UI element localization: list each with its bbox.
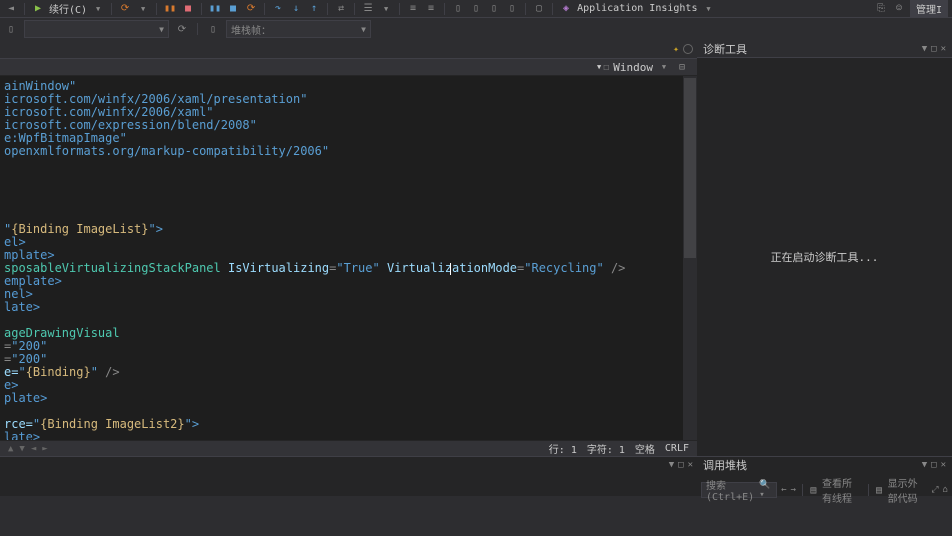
home-icon[interactable]: ⌂ — [943, 485, 948, 495]
status-space[interactable]: 空格 — [635, 441, 655, 456]
play-icon[interactable]: ▶ — [31, 2, 45, 16]
bookmark-icon[interactable]: ▯ — [451, 2, 465, 16]
process-icon[interactable]: ▯ — [4, 22, 18, 36]
code-editor[interactable]: ainWindow" icrosoft.com/winfx/2006/xaml/… — [0, 76, 697, 440]
diagnostics-title: 诊断工具 — [703, 41, 747, 57]
app-insights-label[interactable]: Application Insights — [577, 3, 697, 14]
restart-icon[interactable]: ⟳ — [118, 2, 132, 16]
step-over-icon[interactable]: ↷ — [271, 2, 285, 16]
status-col: 字符: 1 — [587, 441, 625, 456]
nav-back-icon[interactable]: ◄ — [4, 2, 18, 16]
nav-down-icon[interactable]: ▼ — [19, 444, 24, 454]
threads-icon: ▤ — [809, 483, 818, 497]
callstack-panel: 调用堆栈 ▼ □ ✕ 搜索(Ctrl+E) 🔍▾ ← → ▤ 查看所有线程 ▤ — [697, 456, 952, 496]
window-icon: ☐ — [603, 62, 609, 73]
status-line: 行: 1 — [549, 441, 577, 456]
star-icon[interactable]: ✦ — [673, 44, 679, 55]
callstack-title: 调用堆栈 — [703, 457, 747, 473]
next-icon[interactable]: → — [791, 485, 796, 495]
status-crlf[interactable]: CRLF — [665, 443, 689, 454]
debug-toolbar: ▯ ▼ ⟳ ▯ 堆栈帧：▼ — [0, 18, 952, 40]
nav-left-icon[interactable]: ◄ — [31, 444, 36, 454]
close-icon[interactable]: ✕ — [688, 460, 693, 470]
vertical-scrollbar[interactable] — [683, 76, 697, 440]
step-into-icon[interactable]: ↓ — [289, 2, 303, 16]
stop2-icon[interactable]: ■ — [226, 2, 240, 16]
thread-icon[interactable]: ▯ — [206, 22, 220, 36]
stackframe-combo[interactable]: 堆栈帧：▼ — [226, 20, 371, 38]
dropdown-icon[interactable]: ▼ — [657, 60, 671, 74]
dropdown-icon[interactable]: ▼ — [922, 44, 927, 54]
stop-icon[interactable]: ■ — [181, 2, 195, 16]
prev-icon[interactable]: ← — [781, 485, 786, 495]
continue-label[interactable]: 续行(C) — [49, 1, 87, 16]
doc-title[interactable]: Window — [613, 61, 653, 74]
dropdown-icon[interactable]: ▼ — [136, 2, 150, 16]
document-bar: ▼ ☐ Window ▼ ⊟ — [0, 58, 697, 76]
search-icon[interactable]: 🔍▾ — [759, 480, 772, 500]
external-icon: ▤ — [874, 483, 883, 497]
uncomment-icon[interactable]: ≡ — [424, 2, 438, 16]
bookmark4-icon[interactable]: ▯ — [505, 2, 519, 16]
break-icon[interactable]: ▮▮ — [163, 2, 177, 16]
tool-icon[interactable]: ⇄ — [334, 2, 348, 16]
pin-icon[interactable]: □ — [931, 460, 936, 470]
expand-icon[interactable]: ⤢ — [931, 485, 938, 495]
dropdown-icon[interactable]: ▼ — [922, 460, 927, 470]
tool2-icon[interactable]: ▢ — [532, 2, 546, 16]
dropdown-icon[interactable]: ▼ — [669, 460, 674, 470]
comment-icon[interactable]: ≡ — [406, 2, 420, 16]
dropdown-icon[interactable]: ▼ — [379, 2, 393, 16]
bookmark2-icon[interactable]: ▯ — [469, 2, 483, 16]
dropdown-icon[interactable]: ▼ — [701, 2, 715, 16]
close-tab-icon[interactable] — [683, 44, 693, 54]
restart2-icon[interactable]: ⟳ — [244, 2, 258, 16]
editor-status-bar: ▲ ▼ ◄ ► 行: 1 字符: 1 空格 CRLF — [0, 440, 697, 456]
insights-icon: ◈ — [559, 2, 573, 16]
close-icon[interactable]: ✕ — [941, 460, 946, 470]
editor-caret — [450, 263, 451, 275]
diagnostics-message: 正在启动诊断工具... — [771, 249, 879, 265]
pin-icon[interactable]: □ — [931, 44, 936, 54]
view-all-threads-button[interactable]: 查看所有线程 — [822, 475, 862, 505]
main-toolbar: ◄ ▶ 续行(C) ▼ ⟳ ▼ ▮▮ ■ ▮▮ ■ ⟳ ↷ ↓ ↑ ⇄ ☰ ▼ … — [0, 0, 952, 18]
process-combo[interactable]: ▼ — [24, 20, 169, 38]
split-icon[interactable]: ⊟ — [675, 60, 689, 74]
dropdown-icon[interactable]: ▼ — [91, 2, 105, 16]
diagnostics-header: 诊断工具 ▼ □ ✕ — [697, 40, 952, 58]
indent-icon[interactable]: ☰ — [361, 2, 375, 16]
close-icon[interactable]: ✕ — [941, 44, 946, 54]
manage-button[interactable]: 管理I — [910, 0, 948, 18]
bookmark3-icon[interactable]: ▯ — [487, 2, 501, 16]
callstack-search-input[interactable]: 搜索(Ctrl+E) 🔍▾ — [701, 482, 777, 498]
feedback-icon[interactable]: ☺ — [892, 2, 906, 16]
step-out-icon[interactable]: ↑ — [307, 2, 321, 16]
refresh-icon[interactable]: ⟳ — [175, 22, 189, 36]
pin-icon[interactable]: □ — [678, 460, 683, 470]
pause-icon[interactable]: ▮▮ — [208, 2, 222, 16]
diagnostics-body: 正在启动诊断工具... — [697, 58, 952, 456]
nav-up-icon[interactable]: ▲ — [8, 444, 13, 454]
bottom-left-panel: ▼ □ ✕ — [0, 456, 697, 496]
tab-bar: ✦ — [0, 40, 697, 58]
show-external-button[interactable]: 显示外部代码 — [888, 475, 928, 505]
nav-right-icon[interactable]: ► — [42, 444, 47, 454]
share-icon[interactable]: ⎘ — [874, 2, 888, 16]
